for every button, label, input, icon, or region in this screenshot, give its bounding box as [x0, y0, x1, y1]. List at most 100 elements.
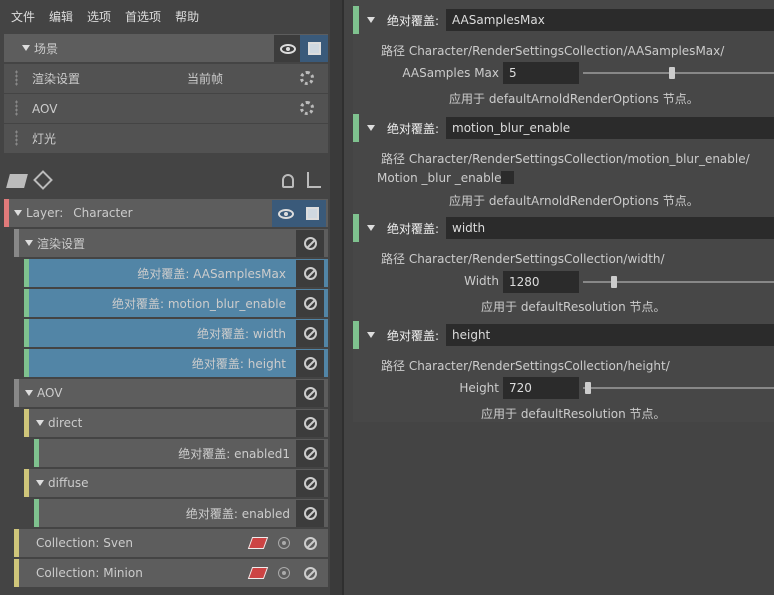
menu-preferences[interactable]: 首选项 [125, 8, 161, 25]
layer-prefix: Layer: [26, 206, 64, 220]
aov-color-swatch [24, 409, 29, 437]
drag-handle-icon[interactable] [15, 100, 18, 116]
disable-button[interactable] [296, 440, 324, 467]
disable-button[interactable] [296, 380, 324, 407]
collapse-arrow-icon[interactable] [367, 125, 375, 131]
create-layer-icon[interactable] [6, 174, 28, 188]
layer-visibility-button[interactable] [272, 200, 300, 227]
menu-edit[interactable]: 编辑 [49, 8, 73, 25]
disable-button[interactable] [296, 530, 324, 557]
gear-icon[interactable] [300, 71, 314, 85]
tree-collection-sven[interactable]: Collection: Sven [14, 529, 328, 557]
render-setup-button[interactable] [300, 35, 328, 62]
override-header-label: 绝对覆盖: [387, 221, 440, 236]
tree-override-motion-blur[interactable]: 绝对覆盖: motion_blur_enable [24, 289, 328, 317]
disable-icon [303, 417, 317, 430]
override-header[interactable]: 绝对覆盖: width [353, 214, 774, 242]
override-card-aasamples: 绝对覆盖: AASamplesMax 路径 Character/RenderSe… [353, 6, 774, 106]
disable-button[interactable] [296, 350, 324, 377]
create-collection-icon[interactable] [33, 170, 53, 190]
menu-bar: 文件 编辑 选项 首选项 帮助 [0, 0, 330, 32]
accept-icon[interactable] [307, 172, 321, 188]
aov-label: AOV [32, 101, 58, 116]
tree-override-enabled[interactable]: 绝对覆盖: enabled [34, 499, 328, 527]
visibility-button[interactable] [274, 35, 302, 62]
override-color-swatch [353, 321, 359, 349]
collapse-arrow-icon[interactable] [367, 17, 375, 23]
collapse-arrow-icon[interactable] [36, 480, 44, 486]
slider-handle[interactable] [669, 67, 675, 79]
disable-button[interactable] [296, 470, 324, 497]
scene-item-aov[interactable]: AOV [4, 94, 328, 123]
attribute-value-field[interactable]: 1280 [503, 271, 579, 293]
indent-swatch [14, 379, 19, 407]
override-name-field[interactable]: width [446, 217, 774, 239]
isolate-icon[interactable] [247, 567, 269, 579]
disable-button[interactable] [296, 320, 324, 347]
disable-button[interactable] [296, 560, 324, 587]
tree-override-enabled1[interactable]: 绝对覆盖: enabled1 [34, 439, 328, 467]
attribute-label: Motion _blur _enable [377, 171, 502, 185]
collapse-arrow-icon[interactable] [367, 332, 375, 338]
attribute-slider[interactable] [583, 72, 774, 74]
attribute-checkbox[interactable] [501, 171, 514, 184]
override-name-field[interactable]: motion_blur_enable [446, 117, 774, 139]
disable-button[interactable] [296, 230, 324, 257]
scene-item-render-settings[interactable]: 渲染设置 当前帧 [4, 64, 328, 93]
override-header[interactable]: 绝对覆盖: height [353, 321, 774, 349]
collapse-arrow-icon[interactable] [25, 240, 33, 246]
menu-file[interactable]: 文件 [11, 8, 35, 25]
tree-override-width[interactable]: 绝对覆盖: width [24, 319, 328, 347]
collapse-arrow-icon[interactable] [22, 45, 30, 51]
disable-button[interactable] [296, 410, 324, 437]
drag-handle-icon[interactable] [15, 70, 18, 86]
collapse-arrow-icon[interactable] [367, 225, 375, 231]
disable-button[interactable] [296, 290, 324, 317]
override-header[interactable]: 绝对覆盖: AASamplesMax [353, 6, 774, 34]
attribute-slider[interactable] [583, 387, 774, 389]
render-layer-icon[interactable] [282, 174, 294, 188]
collapse-arrow-icon[interactable] [25, 390, 33, 396]
override-color-swatch [24, 319, 29, 347]
tree-diffuse[interactable]: diffuse [24, 469, 328, 497]
slider-handle[interactable] [585, 382, 591, 394]
tree-render-settings[interactable]: 渲染设置 [14, 229, 328, 257]
override-path: 路径 Character/RenderSettingsCollection/AA… [381, 44, 725, 58]
tree-direct[interactable]: direct [24, 409, 328, 437]
scene-item-lights[interactable]: 灯光 [4, 124, 328, 153]
menu-options[interactable]: 选项 [87, 8, 111, 25]
isolate-icon[interactable] [247, 537, 269, 549]
override-header[interactable]: 绝对覆盖: motion_blur_enable [353, 114, 774, 142]
slider-handle[interactable] [611, 276, 617, 288]
attribute-value-field[interactable]: 720 [503, 377, 579, 399]
override-name-field[interactable]: AASamplesMax [446, 9, 774, 31]
menu-help[interactable]: 帮助 [175, 8, 199, 25]
override-path: 路径 Character/RenderSettingsCollection/mo… [381, 152, 750, 166]
scene-header[interactable]: 场景 [4, 34, 328, 62]
override-name-field[interactable]: height [446, 324, 774, 346]
attribute-label: AASamples Max [402, 66, 499, 80]
target-icon[interactable] [278, 537, 290, 549]
collapse-arrow-icon[interactable] [36, 420, 44, 426]
override-card-height: 绝对覆盖: height 路径 Character/RenderSettings… [353, 321, 774, 421]
attribute-value-field[interactable]: 5 [503, 62, 579, 84]
left-panel: 文件 编辑 选项 首选项 帮助 场景 渲染设置 当前帧 AOV 灯光 Layer… [0, 0, 330, 595]
disable-button[interactable] [296, 260, 324, 287]
tree-aov[interactable]: AOV [14, 379, 328, 407]
layer-row[interactable]: Layer: Character [4, 199, 328, 227]
override-header-label: 绝对覆盖: [387, 121, 440, 136]
tree-override-aasamples[interactable]: 绝对覆盖: AASamplesMax [24, 259, 328, 287]
tree-override-height[interactable]: 绝对覆盖: height [24, 349, 328, 377]
drag-handle-icon[interactable] [15, 130, 18, 146]
layer-render-button[interactable] [298, 200, 326, 227]
gear-icon[interactable] [300, 101, 314, 115]
tree-collection-minion[interactable]: Collection: Minion [14, 559, 328, 587]
node-label: 渲染设置 [37, 236, 86, 251]
target-icon[interactable] [278, 567, 290, 579]
collapse-arrow-icon[interactable] [14, 210, 22, 216]
disable-icon [303, 447, 317, 460]
disable-button[interactable] [296, 500, 324, 527]
eye-icon [278, 208, 294, 219]
disable-icon [303, 267, 317, 280]
disable-icon [303, 297, 317, 310]
